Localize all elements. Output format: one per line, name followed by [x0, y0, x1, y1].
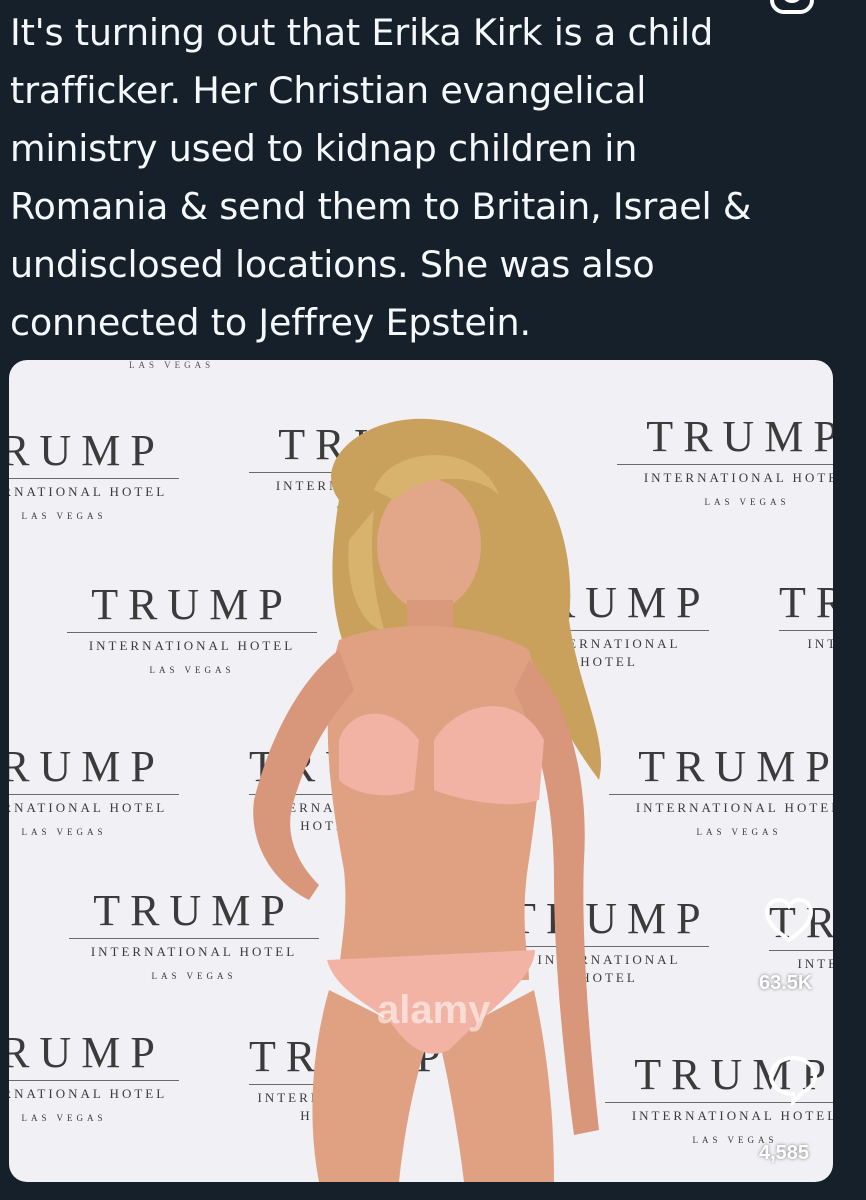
view-count: 4,585: [759, 1142, 810, 1164]
watermark: alamy: [377, 988, 491, 1032]
like-count: 63.5K: [759, 972, 813, 994]
chat-bubble-icon[interactable]: [765, 1050, 821, 1106]
heart-icon[interactable]: [761, 892, 817, 948]
camera-icon[interactable]: [766, 0, 818, 20]
person-figure: [253, 418, 602, 1182]
post-photo[interactable]: LAS VEGAS TRUMP INTERNATIONAL HOTEL LAS …: [9, 360, 833, 1182]
post-text: It's turning out that Erika Kirk is a ch…: [10, 11, 752, 344]
